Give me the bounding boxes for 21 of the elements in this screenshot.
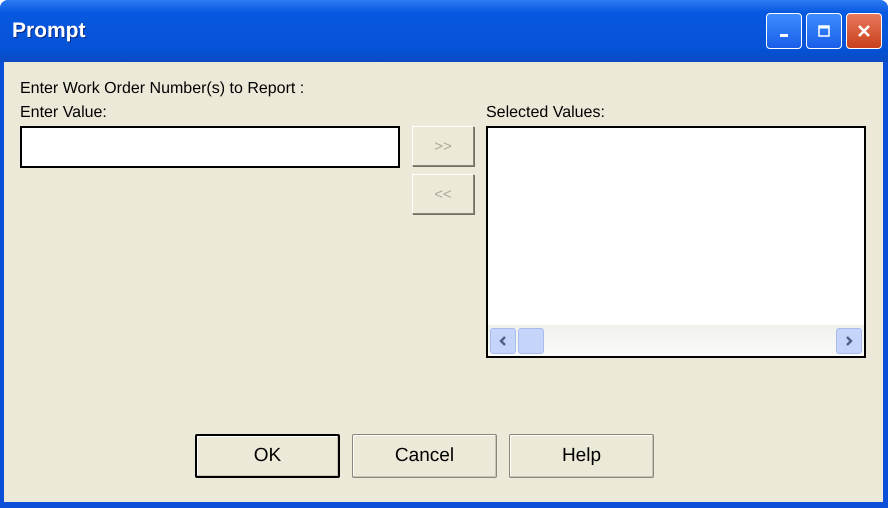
maximize-button[interactable] (806, 13, 842, 49)
minimize-button[interactable] (766, 13, 802, 49)
dialog-button[interactable]: Cancel (352, 434, 497, 478)
chevron-right-icon (844, 334, 854, 346)
field-label: Enter Value: (20, 104, 108, 122)
maximize-icon (817, 24, 831, 38)
scroll-right-button[interactable] (836, 328, 862, 354)
selected-values-list[interactable] (486, 126, 866, 358)
value-input-field[interactable] (20, 126, 400, 168)
dialog-button[interactable]: OK (195, 434, 340, 478)
close-icon (856, 23, 872, 39)
horizontal-scrollbar[interactable] (488, 325, 864, 356)
minimize-icon (780, 34, 788, 36)
scroll-left-button[interactable] (490, 328, 516, 354)
chevron-left-icon (498, 334, 508, 346)
list-label: Selected Values: (486, 104, 606, 122)
prompt-label: Enter Work Order Number(s) to Report : (20, 80, 306, 98)
scroll-thumb[interactable] (518, 328, 544, 354)
close-button[interactable] (846, 13, 882, 49)
window-title: Prompt (12, 19, 86, 43)
dialog-button[interactable]: Help (509, 434, 654, 478)
